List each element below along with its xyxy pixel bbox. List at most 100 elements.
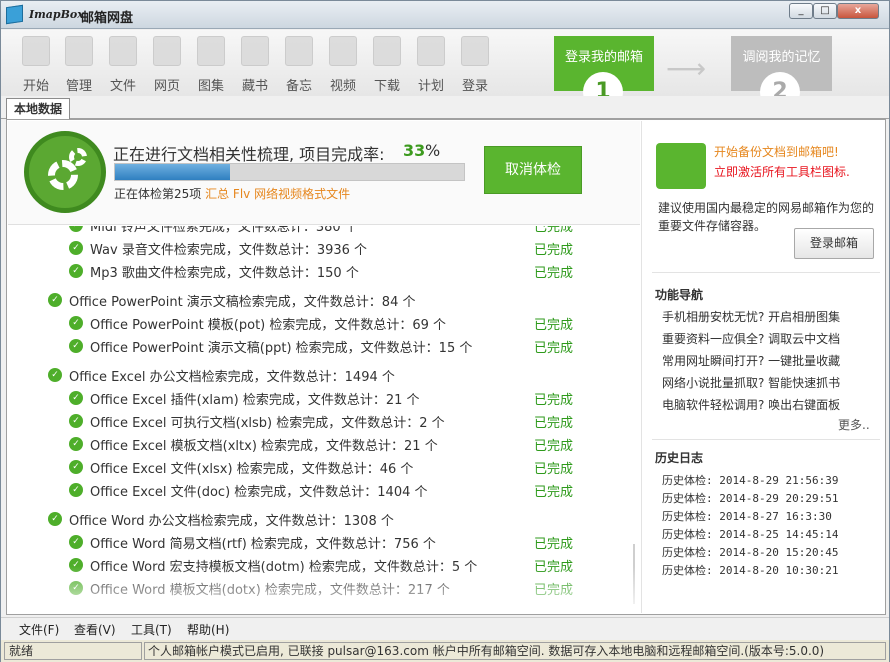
result-text: Office Word 办公文档检索完成，文件数总计：1308 个	[69, 514, 394, 529]
nav-link[interactable]: 常用网址瞬间打开? 一键批量收藏	[662, 352, 840, 369]
toolbar-label: 文件	[109, 79, 136, 94]
history-entry[interactable]: 历史体检: 2014-8-20 10:30:21	[662, 562, 838, 578]
history-entry[interactable]: 历史体检: 2014-8-25 14:45:14	[662, 526, 838, 542]
result-text: Office Word 简易文档(rtf) 检索完成，文件数总计：756 个	[90, 537, 436, 552]
nav-link[interactable]: 手机相册安枕无忧? 开启相册图集	[662, 308, 840, 325]
main-content: 正在进行文档相关性梳理, 项目完成率: 33 % 正在体检第25项 汇总 Flv…	[6, 119, 886, 615]
cancel-check-button[interactable]: 取消体检	[484, 146, 582, 194]
book-icon	[241, 36, 269, 66]
category-row[interactable]: ✓ Office Word 办公文档检索完成，文件数总计：1308 个	[48, 510, 628, 530]
nav-link[interactable]: 重要资料一应俱全? 调取云中文档	[662, 330, 840, 347]
backup-drive-icon	[656, 143, 706, 189]
title-bar[interactable]: ImapBox 邮箱网盘 _ □ x	[1, 1, 889, 29]
arrow-right-icon: ⟶	[666, 52, 707, 85]
list-fade-overlay	[8, 566, 640, 612]
login-mailbox-step-button[interactable]: 登录我的邮箱 1	[554, 36, 654, 112]
toolbar-label: 藏书	[241, 79, 268, 94]
toolbar-webpage-button[interactable]: 网页	[147, 34, 187, 94]
result-row[interactable]: ✓ Midi 铃声文件检索完成，文件数总计：380 个 已完成	[69, 226, 629, 236]
toolbar-files-button[interactable]: 文件	[103, 34, 143, 94]
nav-more-link[interactable]: 更多..	[838, 416, 870, 433]
history-entry[interactable]: 历史体检: 2014-8-29 21:56:39	[662, 472, 838, 488]
done-status: 已完成	[534, 341, 574, 356]
menu-help[interactable]: 帮助(H)	[187, 621, 229, 638]
step1-label: 登录我的邮箱	[564, 50, 643, 65]
toolbar-login-button[interactable]: 登录	[455, 34, 495, 94]
category-row[interactable]: ✓ Office Excel 办公文档检索完成，文件数总计：1494 个	[48, 366, 628, 386]
divider	[652, 439, 880, 440]
result-row[interactable]: ✓ Office PowerPoint 模板(pot) 检索完成，文件数总计：69…	[69, 314, 629, 334]
result-row[interactable]: ✓ Office Excel 模板文档(xltx) 检索完成，文件数总计：21 个…	[69, 435, 629, 455]
film-icon	[329, 36, 357, 66]
menu-file[interactable]: 文件(F)	[19, 621, 59, 638]
toolbar-label: 视频	[329, 79, 356, 94]
check-icon: ✓	[69, 264, 83, 278]
nav-link[interactable]: 电脑软件轻松调用? 唤出右键面板	[662, 396, 840, 413]
divider	[652, 272, 880, 273]
toolbar-books-button[interactable]: 藏书	[235, 34, 275, 94]
menu-view[interactable]: 查看(V)	[74, 621, 116, 638]
maximize-button[interactable]: □	[813, 3, 837, 19]
result-row[interactable]: ✓ Office Excel 可执行文档(xlsb) 检索完成，文件数总计：2 个…	[69, 412, 629, 432]
done-status: 已完成	[534, 393, 574, 408]
done-status: 已完成	[534, 485, 574, 500]
close-button[interactable]: x	[837, 3, 879, 19]
status-ready: 就绪	[4, 642, 142, 660]
tab-local-data[interactable]: 本地数据	[6, 98, 70, 119]
result-row[interactable]: ✓ Wav 录音文件检索完成，文件数总计：3936 个 已完成	[69, 239, 629, 259]
toolbar-plan-button[interactable]: 计划	[411, 34, 451, 94]
result-text: Office PowerPoint 演示文稿(ppt) 检索完成，文件数总计：1…	[90, 341, 473, 356]
toolbar-memo-button[interactable]: 备忘	[279, 34, 319, 94]
result-row[interactable]: ✓ Office Word 简易文档(rtf) 检索完成，文件数总计：756 个 已…	[69, 533, 629, 553]
progress-item-number: 正在体检第25项	[114, 187, 202, 201]
result-text: Midi 铃声文件检索完成，文件数总计：380 个	[90, 226, 358, 235]
minimize-button[interactable]: _	[789, 3, 813, 19]
done-status: 已完成	[534, 416, 574, 431]
menu-tools[interactable]: 工具(T)	[131, 621, 172, 638]
toolbar-gallery-button[interactable]: 图集	[191, 34, 231, 94]
view-memory-step-button[interactable]: 调阅我的记忆 2	[731, 36, 832, 112]
result-text: Mp3 歌曲文件检索完成，文件数总计：150 个	[90, 266, 359, 281]
history-entry[interactable]: 历史体检: 2014-8-29 20:29:51	[662, 490, 838, 506]
history-entry[interactable]: 历史体检: 2014-8-20 15:20:45	[662, 544, 838, 560]
check-icon: ✓	[69, 339, 83, 353]
result-row[interactable]: ✓ Office Excel 文件(doc) 检索完成，文件数总计：1404 个 已…	[69, 481, 629, 501]
result-row[interactable]: ✓ Office PowerPoint 演示文稿(ppt) 检索完成，文件数总计：…	[69, 337, 629, 357]
toolbar: 开始 管理 文件 网页 图集 藏书 备忘 视频 下载 计划 登录 登录我的邮箱 …	[1, 30, 889, 112]
toolbar-download-button[interactable]: 下载	[367, 34, 407, 94]
sidebar: 开始备份文档到邮箱吧! 立即激活所有工具栏图标. 建议使用国内最稳定的网易邮箱作…	[641, 121, 885, 613]
toolbar-label: 下载	[373, 79, 400, 94]
progress-status-line: 正在体检第25项 汇总 Flv 网络视频格式文件	[114, 185, 350, 202]
result-row[interactable]: ✓ Mp3 歌曲文件检索完成，文件数总计：150 个 已完成	[69, 262, 629, 282]
done-status: 已完成	[534, 462, 574, 477]
backup-hint[interactable]: 开始备份文档到邮箱吧!	[714, 143, 839, 160]
progress-panel: 正在进行文档相关性梳理, 项目完成率: 33 % 正在体检第25项 汇总 Flv…	[8, 121, 640, 225]
progress-current-file: 汇总 Flv 网络视频格式文件	[205, 187, 351, 201]
history-entry[interactable]: 历史体检: 2014-8-27 16:3:30	[662, 508, 832, 524]
activate-hint[interactable]: 立即激活所有工具栏图标.	[714, 163, 850, 180]
login-mailbox-button[interactable]: 登录邮箱	[794, 228, 874, 259]
toolbar-label: 图集	[197, 79, 224, 94]
result-row[interactable]: ✓ Office Excel 插件(xlam) 检索完成，文件数总计：21 个 已完…	[69, 389, 629, 409]
check-icon: ✓	[69, 241, 83, 255]
done-status: 已完成	[534, 243, 574, 258]
menu-bar: 文件(F) 查看(V) 工具(T) 帮助(H)	[1, 617, 889, 639]
result-row[interactable]: ✓ Office Excel 文件(xlsx) 检索完成，文件数总计：46 个 已完…	[69, 458, 629, 478]
check-icon: ✓	[69, 460, 83, 474]
check-icon: ✓	[69, 391, 83, 405]
scan-result-list[interactable]: ✓Midi 铃声文件检索完成，文件数总计：380 个已完成✓Wav 录音文件检索…	[8, 226, 640, 612]
history-section-title: 历史日志	[655, 451, 704, 465]
nav-section-title: 功能导航	[655, 288, 704, 302]
download-icon	[373, 36, 401, 66]
toolbar-manage-button[interactable]: 管理	[59, 34, 99, 94]
webpage-icon	[153, 36, 181, 66]
nav-link[interactable]: 网络小说批量抓取? 智能快速抓书	[662, 374, 840, 391]
person-icon	[22, 36, 50, 66]
category-row[interactable]: ✓ Office PowerPoint 演示文稿检索完成，文件数总计：84 个	[48, 291, 628, 311]
toolbar-start-button[interactable]: 开始	[16, 34, 56, 94]
result-text: Office Excel 插件(xlam) 检索完成，文件数总计：21 个	[90, 393, 420, 408]
progress-title: 正在进行文档相关性梳理, 项目完成率:	[113, 145, 385, 164]
gears-icon	[24, 131, 106, 213]
toolbar-video-button[interactable]: 视频	[323, 34, 363, 94]
result-text: Office Excel 办公文档检索完成，文件数总计：1494 个	[69, 370, 395, 385]
